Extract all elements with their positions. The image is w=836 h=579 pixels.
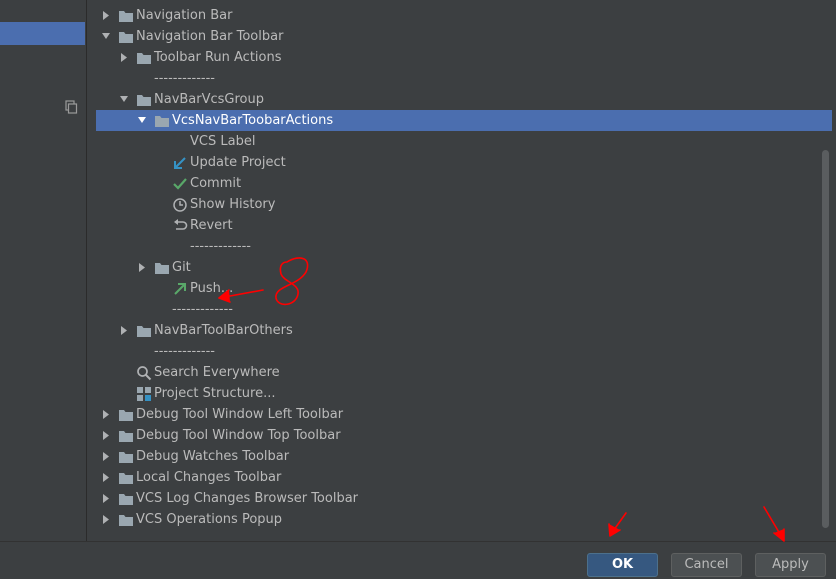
tree-row-label: Search Everywhere: [154, 365, 280, 380]
expand-arrow-right-icon[interactable]: [119, 320, 129, 341]
revert-icon: [174, 219, 188, 230]
expand-arrow-right-icon[interactable]: [101, 404, 111, 425]
tree-row-label: Toolbar Run Actions: [154, 50, 282, 65]
tree-row[interactable]: VCS Operations Popup: [96, 509, 832, 530]
tree-row[interactable]: Project Structure...: [96, 383, 832, 404]
expand-arrow-right-icon[interactable]: [137, 257, 147, 278]
expand-arrow-right-icon[interactable]: [101, 488, 111, 509]
tree-row[interactable]: Navigation Bar Toolbar: [96, 26, 832, 47]
tree-row[interactable]: Debug Tool Window Left Toolbar: [96, 404, 832, 425]
apply-button[interactable]: Apply: [755, 553, 826, 577]
folder-icon: [119, 32, 133, 43]
actions-tree[interactable]: Navigation Bar Navigation Bar Toolbar Tool…: [96, 0, 832, 531]
tree-row-label: VCS Log Changes Browser Toolbar: [136, 491, 359, 506]
expand-arrow-down-icon[interactable]: [119, 89, 129, 110]
folder-icon: [137, 53, 151, 64]
tree-row[interactable]: Git: [96, 257, 832, 278]
tree-row-label: -------------: [154, 344, 215, 359]
folder-icon: [119, 452, 133, 463]
project-structure-icon: [137, 387, 151, 401]
tree-row-label: Show History: [190, 197, 276, 212]
update-arrow-icon: [174, 157, 186, 169]
folder-icon: [137, 95, 151, 106]
tree-row[interactable]: NavBarToolBarOthers: [96, 320, 832, 341]
tree-row-label: Navigation Bar: [136, 8, 233, 23]
tree-row-label: Debug Tool Window Left Toolbar: [136, 407, 344, 422]
scrollbar-thumb[interactable]: [822, 150, 829, 528]
tree-row-label: Local Changes Toolbar: [136, 470, 282, 485]
ok-button[interactable]: OK: [587, 553, 658, 577]
tree-row[interactable]: -------------: [96, 68, 832, 89]
tree-row-label: NavBarVcsGroup: [154, 92, 265, 107]
tree-row-label: Git: [172, 260, 191, 275]
tree-row[interactable]: Show History: [96, 194, 832, 215]
tree-row-label: Revert: [190, 218, 233, 233]
tree-row-label: VCS Label: [190, 134, 256, 149]
tree-row[interactable]: Navigation Bar: [96, 5, 832, 26]
tree-row-selected[interactable]: VcsNavBarToobarActions: [96, 110, 832, 131]
tree-row-label: -------------: [154, 71, 215, 86]
tree-row[interactable]: Commit: [96, 173, 832, 194]
tree-row-label: -------------: [190, 239, 251, 254]
tree-row-label: VcsNavBarToobarActions: [172, 113, 334, 128]
push-arrow-icon: [174, 283, 186, 295]
tree-row[interactable]: Search Everywhere: [96, 362, 832, 383]
tree-row[interactable]: -------------: [96, 341, 832, 362]
tree-row[interactable]: Revert: [96, 215, 832, 236]
folder-icon: [119, 431, 133, 442]
tree-row[interactable]: Local Changes Toolbar: [96, 467, 832, 488]
tree-row[interactable]: NavBarVcsGroup: [96, 89, 832, 110]
tree-row[interactable]: Debug Watches Toolbar: [96, 446, 832, 467]
tree-row[interactable]: -------------: [96, 299, 832, 320]
tree-row[interactable]: Debug Tool Window Top Toolbar: [96, 425, 832, 446]
copy-icon[interactable]: [64, 100, 78, 114]
folder-icon: [119, 410, 133, 421]
tree-row-label: Project Structure...: [154, 386, 276, 401]
tree-row-label: Commit: [190, 176, 242, 191]
folder-icon: [155, 263, 169, 274]
tree-row-label: Push...: [190, 281, 234, 296]
tree-row[interactable]: Update Project: [96, 152, 832, 173]
folder-icon: [155, 116, 169, 127]
left-panel: [0, 0, 87, 541]
tree-row-label: Update Project: [190, 155, 286, 170]
tree-row[interactable]: Push...: [96, 278, 832, 299]
expand-arrow-right-icon[interactable]: [119, 47, 129, 68]
tree-row-label: VCS Operations Popup: [136, 512, 283, 527]
folder-icon: [119, 494, 133, 505]
cancel-button[interactable]: Cancel: [671, 553, 742, 577]
tree-row[interactable]: VCS Label: [96, 131, 832, 152]
expand-arrow-right-icon[interactable]: [101, 5, 111, 26]
clock-icon: [173, 198, 187, 212]
expand-arrow-right-icon[interactable]: [101, 446, 111, 467]
tree-row-label: Debug Watches Toolbar: [136, 449, 290, 464]
expand-arrow-right-icon[interactable]: [101, 509, 111, 530]
tree-row[interactable]: -------------: [96, 236, 832, 257]
tree-row-label: Navigation Bar Toolbar: [136, 29, 284, 44]
expand-arrow-right-icon[interactable]: [101, 467, 111, 488]
folder-icon: [119, 473, 133, 484]
left-panel-selected-item[interactable]: [0, 22, 85, 45]
folder-icon: [119, 515, 133, 526]
expand-arrow-down-icon[interactable]: [137, 110, 147, 131]
search-icon: [137, 366, 152, 381]
tree-row-label: NavBarToolBarOthers: [154, 323, 293, 338]
folder-icon: [137, 326, 151, 337]
expand-arrow-right-icon[interactable]: [101, 425, 111, 446]
checkmark-icon: [173, 178, 187, 190]
tree-row[interactable]: Toolbar Run Actions: [96, 47, 832, 68]
tree-row-label: -------------: [172, 302, 233, 317]
tree-row-label: Debug Tool Window Top Toolbar: [136, 428, 341, 443]
tree-row[interactable]: VCS Log Changes Browser Toolbar: [96, 488, 832, 509]
folder-icon: [119, 11, 133, 22]
expand-arrow-down-icon[interactable]: [101, 26, 111, 47]
